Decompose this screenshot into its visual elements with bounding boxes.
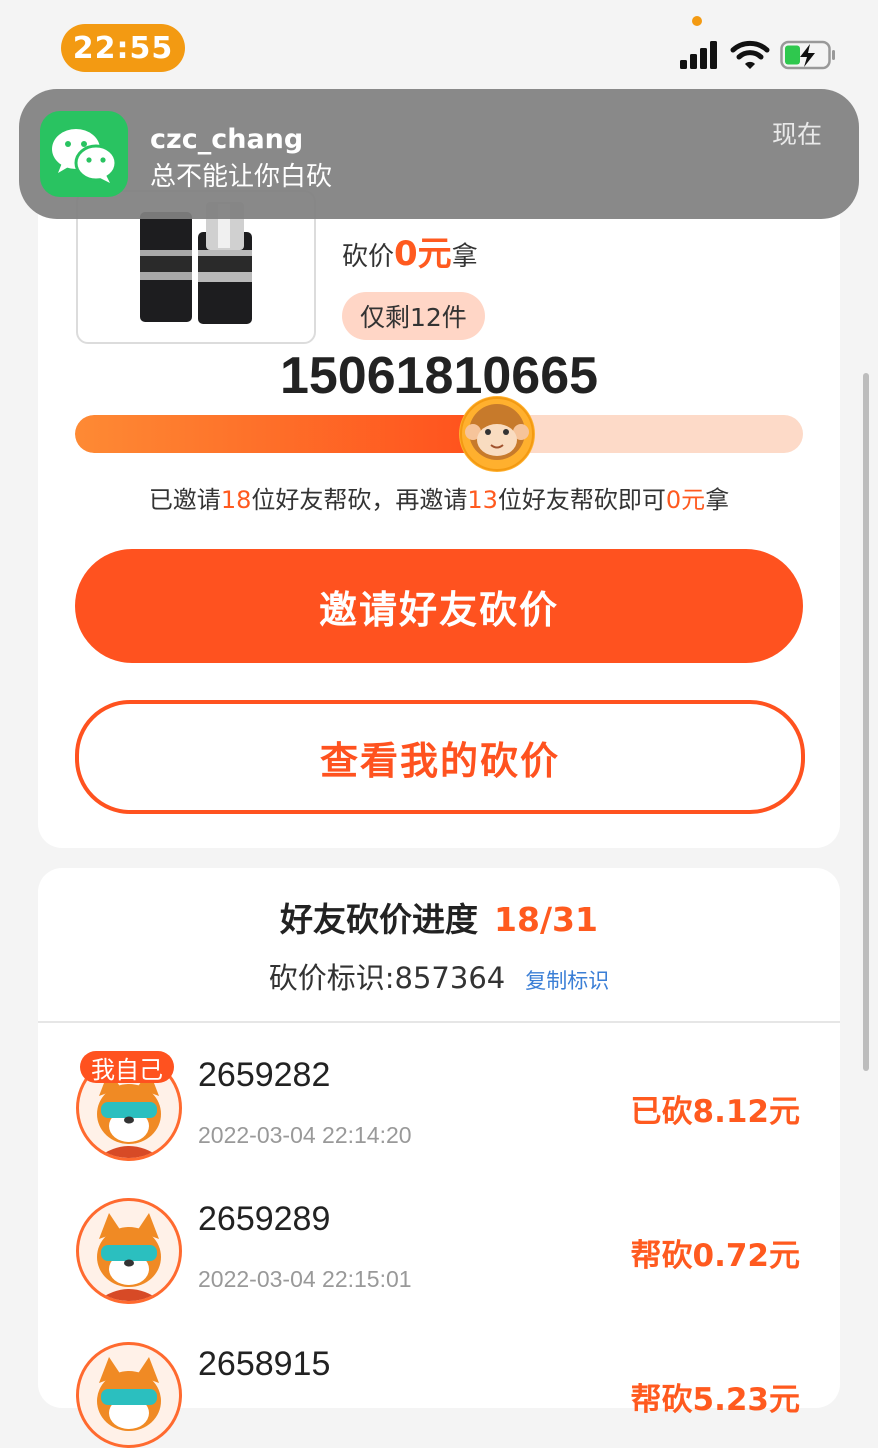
wifi-icon <box>730 40 770 69</box>
bargain-progress-fill <box>75 415 497 453</box>
avatar <box>76 1342 182 1448</box>
view-my-bargain-button[interactable]: 查看我的砍价 <box>75 700 805 814</box>
mic-indicator-dot <box>692 16 702 26</box>
user-phone-number: 15061810665 <box>279 347 599 405</box>
bargain-amount: 已砍8.12元 <box>630 1094 801 1130</box>
avatar <box>76 1198 182 1304</box>
wechat-icon <box>40 111 128 197</box>
progress-count: 18/31 <box>494 900 598 939</box>
notification-body: 总不能让你白砍 <box>150 162 333 192</box>
friend-id: 2658915 <box>198 1345 331 1383</box>
scrollbar[interactable] <box>863 373 869 1071</box>
invite-friends-button[interactable]: 邀请好友砍价 <box>75 549 803 663</box>
divider <box>38 1021 840 1023</box>
notification-title: czc_chang <box>150 124 304 155</box>
wechat-notification[interactable] <box>19 89 859 219</box>
friend-id: 2659282 <box>198 1056 331 1094</box>
notification-time: 现在 <box>772 120 823 149</box>
monkey-mascot-icon <box>459 396 535 472</box>
cellular-signal-icon <box>680 41 717 69</box>
invite-status-text: 已邀请18位好友帮砍，再邀请13位好友帮砍即可0元拿 <box>148 486 730 514</box>
progress-title: 好友砍价进度 18/31 <box>280 900 598 939</box>
friend-time: 2022-03-04 22:15:01 <box>198 1266 412 1292</box>
friend-id: 2659289 <box>198 1200 331 1238</box>
friend-time: 2022-03-04 22:14:20 <box>198 1122 412 1148</box>
bargain-code: 砍价标识:857364 复制标识 <box>268 961 610 995</box>
stock-badge: 仅剩12件 <box>342 292 485 340</box>
bargain-price: 砍价0元拿 <box>342 234 478 274</box>
battery-charging-icon <box>780 40 835 70</box>
bargain-progress-bar <box>75 415 803 453</box>
self-badge: 我自己 <box>80 1051 174 1084</box>
bargain-amount: 帮砍5.23元 <box>630 1382 801 1418</box>
status-time: 22:55 <box>61 24 185 72</box>
copy-code-link[interactable]: 复制标识 <box>525 969 609 993</box>
bargain-amount: 帮砍0.72元 <box>630 1238 801 1274</box>
